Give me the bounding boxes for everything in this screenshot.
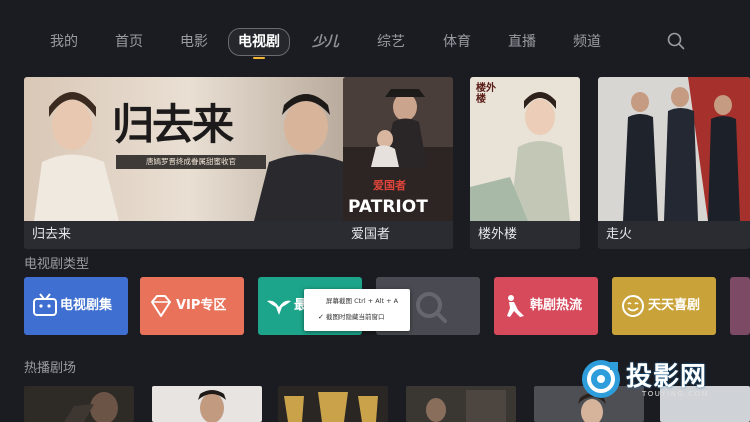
- tv-icon: [33, 293, 57, 316]
- poster-art-title: PATRIOT: [348, 197, 428, 217]
- genre-tile-korean[interactable]: 韩剧热流: [494, 277, 598, 335]
- thumb-card[interactable]: [278, 386, 388, 422]
- thumb-card[interactable]: [152, 386, 262, 422]
- genre-label: 电视剧集: [60, 298, 113, 313]
- dancer-icon: [507, 295, 524, 317]
- nav-item-tv-series[interactable]: 电视剧: [228, 28, 290, 59]
- poster-card[interactable]: 归去来 唐嫣罗晋终成眷属甜蜜收官 归去来: [24, 77, 354, 249]
- check-icon: ✓: [318, 313, 324, 321]
- thumb-card[interactable]: [406, 386, 516, 422]
- nav-item-sports[interactable]: 体育: [443, 30, 471, 54]
- menu-item-screenshot[interactable]: 屏幕截图 Ctrl + Alt + A: [326, 295, 398, 307]
- genre-label: 天天喜剧: [648, 298, 701, 313]
- watermark-url: TOUYING.COM: [642, 390, 710, 398]
- genre-tile-tv-series[interactable]: 电视剧集: [24, 277, 128, 335]
- menu-item-label: 截图时隐藏当前窗口: [326, 313, 385, 321]
- poster-card[interactable]: 楼外楼 楼外楼: [470, 77, 580, 249]
- poster-art-title: 归去来: [112, 100, 234, 149]
- poster-title: 楼外楼: [470, 221, 580, 249]
- poster-art: [598, 77, 750, 221]
- screenshot-context-menu: 屏幕截图 Ctrl + Alt + A ✓ 截图时隐藏当前窗口: [304, 289, 410, 331]
- nav-item-kids[interactable]: 少儿: [312, 30, 339, 54]
- menu-item-hide-window[interactable]: ✓ 截图时隐藏当前窗口: [316, 311, 385, 323]
- poster-title: 走火: [598, 221, 750, 249]
- poster-subtitle: 唐嫣罗晋终成眷属甜蜜收官: [116, 155, 266, 169]
- watermark-logo-icon: [582, 360, 620, 398]
- watermark: 投影网 TOUYING.COM: [580, 356, 740, 404]
- genre-label: 韩剧热流: [530, 298, 583, 313]
- genre-label: VIP专区: [176, 298, 227, 313]
- thumb-art: [284, 392, 378, 422]
- poster-art-title: 楼外楼: [476, 83, 496, 105]
- diamond-icon: [151, 295, 171, 317]
- smile-icon: [622, 295, 644, 317]
- poster-card[interactable]: 走火: [598, 77, 750, 249]
- thumb-card[interactable]: [24, 386, 134, 422]
- thumb-art: [198, 390, 226, 422]
- nav-item-variety[interactable]: 综艺: [377, 30, 405, 54]
- poster-art-cn: 爱国者: [373, 179, 406, 192]
- nav-item-movies[interactable]: 电影: [180, 30, 208, 54]
- top-nav: 我的 首页 电影 电视剧 少儿 综艺 体育 直播 频道: [0, 0, 750, 70]
- search-icon[interactable]: [667, 32, 685, 50]
- nav-item-live[interactable]: 直播: [508, 30, 536, 54]
- section-title-genres: 电视剧类型: [24, 257, 90, 272]
- nav-item-home[interactable]: 首页: [115, 30, 143, 54]
- genre-tile-partial[interactable]: [730, 277, 750, 335]
- poster-title: 归去来: [24, 221, 354, 249]
- thumb-art: [64, 392, 118, 422]
- nav-item-channels[interactable]: 频道: [573, 30, 601, 54]
- eagle-icon: [267, 300, 291, 315]
- search-icon: [416, 292, 447, 323]
- genre-tile-comedy[interactable]: 天天喜剧: [612, 277, 716, 335]
- section-title-hot: 热播剧场: [24, 361, 77, 376]
- thumb-art: [426, 390, 506, 422]
- nav-item-mine[interactable]: 我的: [50, 30, 78, 54]
- poster-title: 爱国者: [343, 221, 453, 249]
- genre-tile-vip[interactable]: VIP专区: [140, 277, 244, 335]
- poster-card[interactable]: 爱国者 PATRIOT 爱国者: [343, 77, 453, 249]
- watermark-brand: 投影网: [626, 362, 708, 392]
